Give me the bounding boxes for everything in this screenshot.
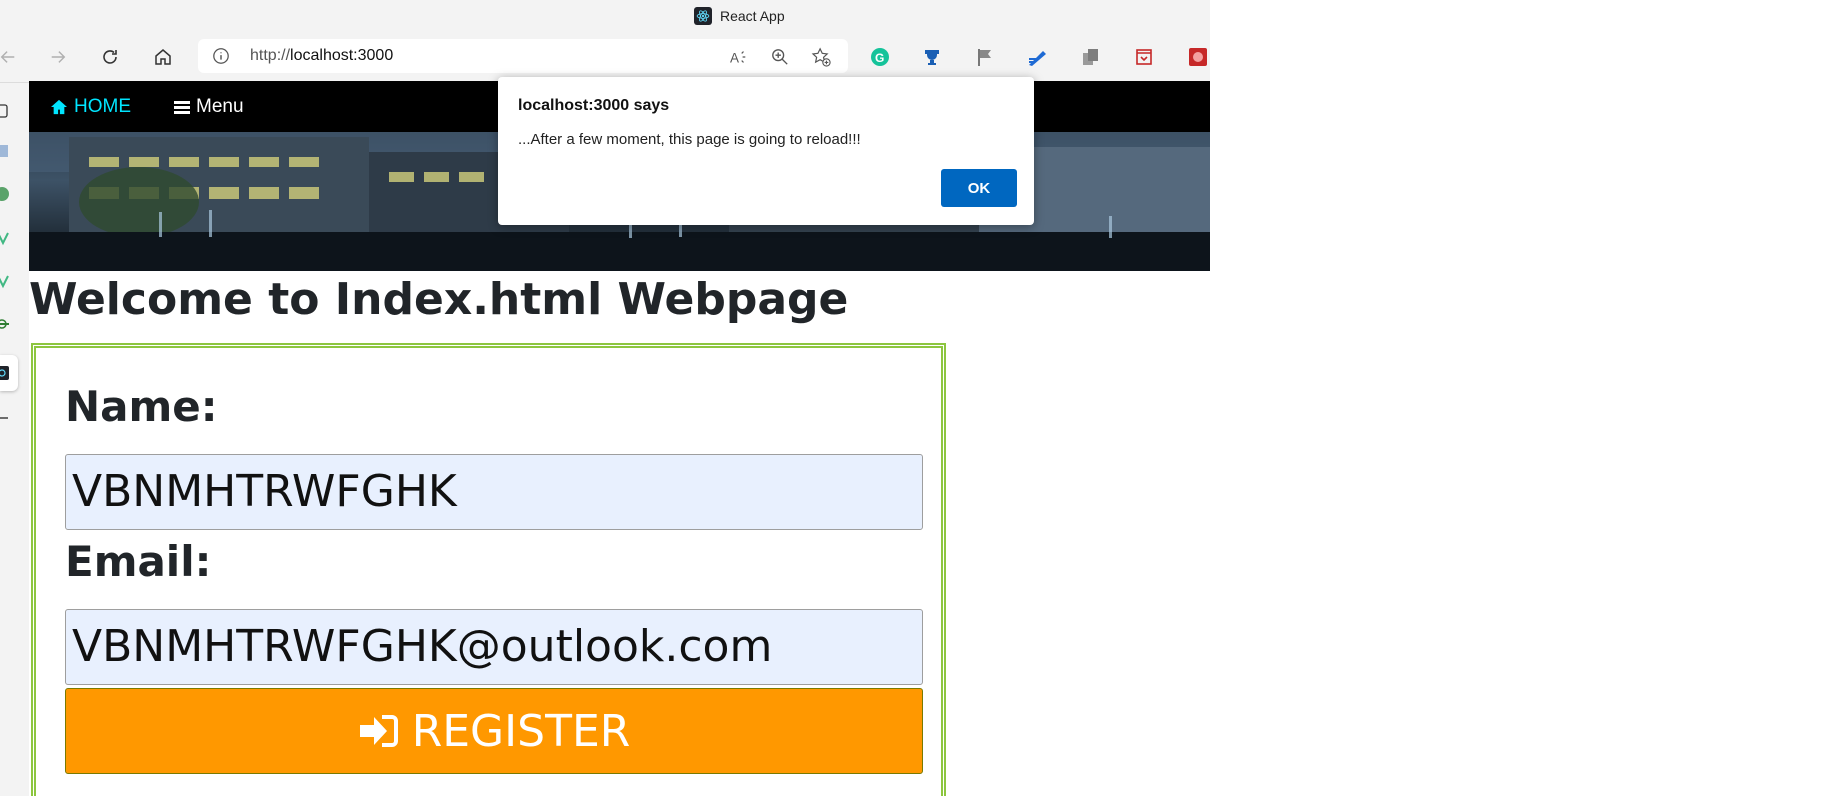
tab-icon[interactable] [0,103,10,119]
grammarly-extension-icon[interactable]: G [869,46,891,68]
minus-icon[interactable] [0,410,10,426]
nav-menu-link[interactable]: Menu [174,96,244,118]
register-label: REGISTER [411,705,631,757]
dialog-title: localhost:3000 says [518,97,670,114]
window-titlebar: React App [0,0,1210,32]
alert-dialog: localhost:3000 says ...After a few momen… [498,77,1034,225]
read-aloud-icon[interactable]: A [728,46,750,68]
info-icon[interactable] [212,47,230,69]
arrow-left-icon [0,51,15,63]
react-tab-icon [0,366,9,380]
name-input[interactable]: VBNMHTRWFGHK [65,454,923,530]
pdf-extension-icon[interactable] [1133,46,1155,68]
svg-text:G: G [875,51,884,65]
pen-extension-icon[interactable] [1027,46,1049,68]
vue-icon[interactable] [0,230,10,246]
zoom-in-icon[interactable] [769,46,791,68]
name-label: Name: [65,382,218,431]
register-button[interactable]: REGISTER [65,688,923,774]
collections-extension-icon[interactable] [1080,46,1102,68]
circle-app-icon[interactable] [0,186,10,202]
url-text[interactable]: http://localhost:3000 [250,47,393,65]
nav-home-link[interactable]: HOME [50,96,131,118]
window-title-text: React App [720,8,785,24]
browser-toolbar: http://localhost:3000 A G [0,32,1210,83]
window-title: React App [694,6,785,26]
svg-text:A: A [730,50,739,65]
nav-menu-label: Menu [196,96,244,117]
page-title: Welcome to Index.html Webpage [29,274,849,325]
image-icon[interactable] [0,143,10,159]
trophy-extension-icon[interactable] [921,46,943,68]
email-label: Email: [65,537,212,586]
dialog-message: ...After a few moment, this page is goin… [518,131,861,148]
add-favorite-icon[interactable] [810,46,832,68]
vue-icon-2[interactable] [0,273,10,289]
address-bar[interactable]: http://localhost:3000 A [198,39,848,73]
home-link-icon [51,99,67,115]
home-icon [155,49,171,65]
forward-button[interactable] [44,43,72,71]
react-logo-icon [694,7,712,25]
register-form: Name: VBNMHTRWFGHK Email: VBNMHTRWFGHK@o… [31,343,946,796]
home-button[interactable] [149,43,177,71]
email-input[interactable]: VBNMHTRWFGHK@outlook.com [65,609,923,685]
browser-sidebar [0,83,29,796]
ok-button[interactable]: OK [941,169,1017,207]
reload-icon [103,50,117,64]
sign-in-icon [359,715,398,747]
back-button[interactable] [0,43,22,71]
arrow-right-icon [51,51,66,63]
hamburger-icon [174,100,190,114]
reload-button[interactable] [96,43,124,71]
sidebar-active-tab[interactable] [0,355,18,391]
flag-extension-icon[interactable] [974,46,996,68]
nav-home-label: HOME [74,96,131,117]
link-icon[interactable] [0,316,10,332]
game-extension-icon[interactable] [1187,46,1209,68]
